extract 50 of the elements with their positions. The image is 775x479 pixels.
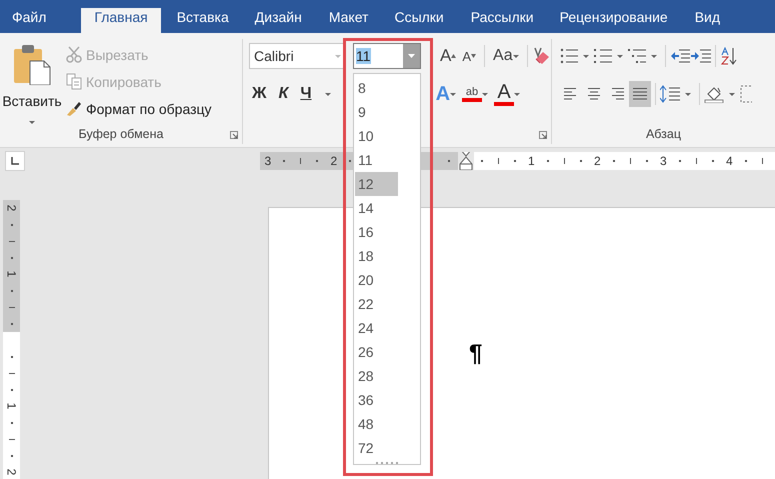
list-item[interactable]: 12	[355, 172, 398, 196]
ruler-number: 3	[660, 154, 667, 168]
ribbon-tab[interactable]: Вставка	[176, 8, 229, 33]
list-item[interactable]: 36	[355, 388, 398, 412]
ruler-number: 2	[4, 204, 18, 212]
font-color-button[interactable]: A	[491, 81, 524, 107]
ruler-number: 1	[4, 270, 18, 278]
highlight-button[interactable]: ab	[459, 81, 492, 107]
paste-button[interactable]: Вставить	[0, 39, 64, 124]
grow-font-button[interactable]: A	[437, 43, 460, 69]
ruler-number: 4	[726, 154, 733, 168]
font-size-field[interactable]: 11	[353, 43, 421, 69]
italic-button[interactable]: К	[275, 81, 292, 107]
list-item[interactable]: 26	[355, 340, 398, 364]
bold-button[interactable]: Ж	[249, 81, 270, 107]
ribbon-tab[interactable]: Рецензирование	[560, 8, 668, 33]
ribbon-tab[interactable]: Ссылки	[394, 8, 444, 33]
change-case-button[interactable]: Aa	[490, 43, 522, 69]
list-item[interactable]: 14	[355, 196, 398, 220]
ribbon-tab[interactable]: Файл	[12, 8, 46, 33]
list-item[interactable]: 9	[355, 100, 398, 124]
list-item[interactable]: 72	[355, 436, 398, 460]
ruler-number: 1	[4, 402, 18, 410]
list-item[interactable]: 11	[355, 148, 398, 172]
list-item[interactable]: 10	[355, 124, 398, 148]
ribbon-tab[interactable]: Главная	[81, 8, 161, 33]
font-name-field[interactable]: Calibri	[249, 43, 346, 69]
list-item[interactable]: 8	[355, 76, 398, 100]
ribbon-tab[interactable]: Вид	[694, 8, 720, 33]
list-item[interactable]: 16	[355, 220, 398, 244]
group-label: Абзац	[646, 127, 682, 141]
ruler-number: 2	[330, 154, 338, 168]
ribbon-command[interactable]: Формат по образцу	[64, 95, 214, 122]
underline-button[interactable]: Ч	[297, 81, 315, 107]
ruler-number: 3	[264, 154, 272, 168]
ruler-number: 1	[528, 154, 535, 168]
list-item[interactable]: 48	[355, 412, 398, 436]
list-item[interactable]: 22	[355, 292, 398, 316]
list-item[interactable]: 18	[355, 244, 398, 268]
shrink-font-button[interactable]: A	[459, 43, 480, 69]
ribbon-tab[interactable]: Дизайн	[254, 8, 302, 33]
paragraph-mark: ¶	[469, 340, 482, 367]
list-item[interactable]: 28	[355, 364, 398, 388]
group-label: Буфер обмена	[78, 127, 164, 141]
ruler-number: 2	[594, 154, 601, 168]
ribbon-tab[interactable]: Макет	[328, 8, 368, 33]
list-item[interactable]: 20	[355, 268, 398, 292]
list-item[interactable]: 24	[355, 316, 398, 340]
ruler-number: 2	[4, 468, 18, 476]
ribbon-tab[interactable]: Рассылки	[470, 8, 534, 33]
